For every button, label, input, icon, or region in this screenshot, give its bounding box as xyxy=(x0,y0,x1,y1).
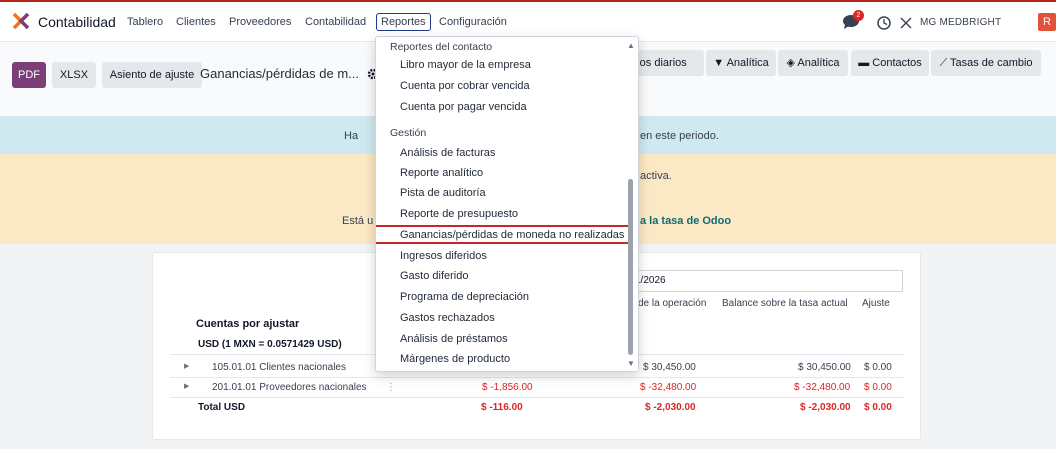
col-header-operation: de la operación xyxy=(638,298,707,309)
menu-item-programa-depreciacion[interactable]: Programa de depreciación xyxy=(400,291,529,303)
info-banner-right: en este periodo. xyxy=(640,130,719,142)
account-name: 105.01.01 Clientes nacionales xyxy=(212,362,346,373)
tasas-cambio-label: Tasas de cambio xyxy=(950,57,1033,69)
app-name[interactable]: Contabilidad xyxy=(38,14,116,30)
xlsx-button[interactable]: XLSX xyxy=(52,62,96,88)
nav-reportes[interactable]: Reportes xyxy=(376,13,431,31)
layers-icon: ◈ xyxy=(786,57,798,69)
nav-configuracion[interactable]: Configuración xyxy=(439,16,507,28)
row-balance: $ 30,450.00 xyxy=(798,362,851,373)
section-reportes-contacto: Reportes del contacto xyxy=(390,41,493,53)
total-balance: $ -2,030.00 xyxy=(800,402,851,413)
section-gestion: Gestión xyxy=(390,127,427,139)
menu-item-pista-auditoria[interactable]: Pista de auditoría xyxy=(400,187,486,199)
report-title: Ganancias/pérdidas de m... xyxy=(200,66,359,81)
table-row[interactable]: ▶ 201.01.01 Proveedores nacionales ⋮ $ -… xyxy=(170,378,905,398)
col-header-balance: Balance sobre la tasa actual xyxy=(722,298,848,309)
expand-icon[interactable]: ▶ xyxy=(184,382,189,390)
chat-badge: 2 xyxy=(853,10,864,21)
analitica-layers-button[interactable]: ◈ Analítica xyxy=(778,50,848,76)
clock-icon[interactable] xyxy=(877,16,891,30)
menu-item-cxc-vencida[interactable]: Cuenta por cobrar vencida xyxy=(400,80,530,92)
date-field[interactable]: 1/2026 xyxy=(620,270,903,292)
col-header-ajuste: Ajuste xyxy=(862,298,890,309)
account-name: 201.01.01 Proveedores nacionales xyxy=(212,382,367,393)
total-ajuste: $ 0.00 xyxy=(864,402,892,413)
pdf-button[interactable]: PDF xyxy=(12,62,46,88)
menu-item-gasto-diferido[interactable]: Gasto diferido xyxy=(400,270,468,282)
total-label: Total USD xyxy=(198,402,246,413)
chart-icon: ⟋ xyxy=(939,57,950,69)
group-label: USD (1 MXN = 0.0571429 USD) xyxy=(198,339,342,350)
total-operation: $ -2,030.00 xyxy=(645,402,696,413)
nav-proveedores[interactable]: Proveedores xyxy=(229,16,291,28)
info-banner-left: Ha xyxy=(344,130,359,142)
tasas-cambio-button[interactable]: ⟋ Tasas de cambio xyxy=(931,50,1041,76)
row-val1: $ -1,856.00 xyxy=(482,382,533,393)
user-avatar[interactable]: R xyxy=(1038,13,1056,31)
nav-clientes[interactable]: Clientes xyxy=(176,16,216,28)
row-operation: $ 30,450.00 xyxy=(643,362,696,373)
row-ajuste: $ 0.00 xyxy=(864,362,892,373)
warning-banner-left: Está u xyxy=(342,215,374,227)
filter-icon: ▼ xyxy=(713,57,727,69)
menu-item-libro-mayor[interactable]: Libro mayor de la empresa xyxy=(400,59,531,71)
analitica-layers-label: Analítica xyxy=(797,57,840,69)
row-ajuste: $ 0.00 xyxy=(864,382,892,393)
contactos-button[interactable]: ▬ Contactos xyxy=(851,50,929,76)
menu-item-analisis-facturas[interactable]: Análisis de facturas xyxy=(400,147,495,159)
warning-banner-line1: activa. xyxy=(640,170,672,182)
asiento-ajuste-button[interactable]: Asiento de ajuste xyxy=(102,62,202,88)
scroll-up-icon[interactable]: ▲ xyxy=(627,41,635,50)
menu-item-reporte-analitico[interactable]: Reporte analítico xyxy=(400,167,483,179)
menu-item-ingresos-diferidos[interactable]: Ingresos diferidos xyxy=(400,250,487,262)
scroll-down-icon[interactable]: ▼ xyxy=(627,359,635,368)
total-val1: $ -116.00 xyxy=(481,402,523,413)
contactos-label: Contactos xyxy=(872,57,922,69)
menu-item-cxp-vencida[interactable]: Cuenta por pagar vencida xyxy=(400,101,527,113)
expand-icon[interactable]: ▶ xyxy=(184,362,189,370)
menu-item-analisis-prestamos[interactable]: Análisis de préstamos xyxy=(400,333,508,345)
nav-tablero[interactable]: Tablero xyxy=(127,16,163,28)
company-name[interactable]: MG MEDBRIGHT xyxy=(920,17,1001,28)
tasa-odoo-link[interactable]: a la tasa de Odoo xyxy=(640,215,731,227)
menu-item-reporte-presupuesto[interactable]: Reporte de presupuesto xyxy=(400,208,518,220)
libros-diarios-label: los diarios xyxy=(637,57,687,69)
nav-contabilidad[interactable]: Contabilidad xyxy=(305,16,366,28)
row-menu-icon[interactable]: ⋮ xyxy=(386,382,396,393)
folder-icon: ▬ xyxy=(858,57,873,69)
menu-item-gastos-rechazados[interactable]: Gastos rechazados xyxy=(400,312,495,324)
scrollbar-thumb[interactable] xyxy=(628,179,633,355)
cuentas-header: Cuentas por ajustar xyxy=(196,318,300,330)
analitica-filter-label: Analítica xyxy=(726,57,769,69)
reportes-dropdown: Reportes del contacto Libro mayor de la … xyxy=(375,36,639,372)
tools-icon[interactable] xyxy=(899,16,913,30)
menu-item-margenes-producto[interactable]: Márgenes de producto xyxy=(400,353,510,365)
analitica-filter-button[interactable]: ▼ Analítica xyxy=(706,50,776,76)
menu-item-ganancias-perdidas[interactable]: Ganancias/pérdidas de moneda no realizad… xyxy=(400,229,624,241)
row-operation: $ -32,480.00 xyxy=(640,382,697,393)
total-row: Total USD $ -116.00 $ -2,030.00 $ -2,030… xyxy=(170,398,905,418)
row-balance: $ -32,480.00 xyxy=(794,382,851,393)
accounting-logo-icon[interactable] xyxy=(12,12,30,30)
